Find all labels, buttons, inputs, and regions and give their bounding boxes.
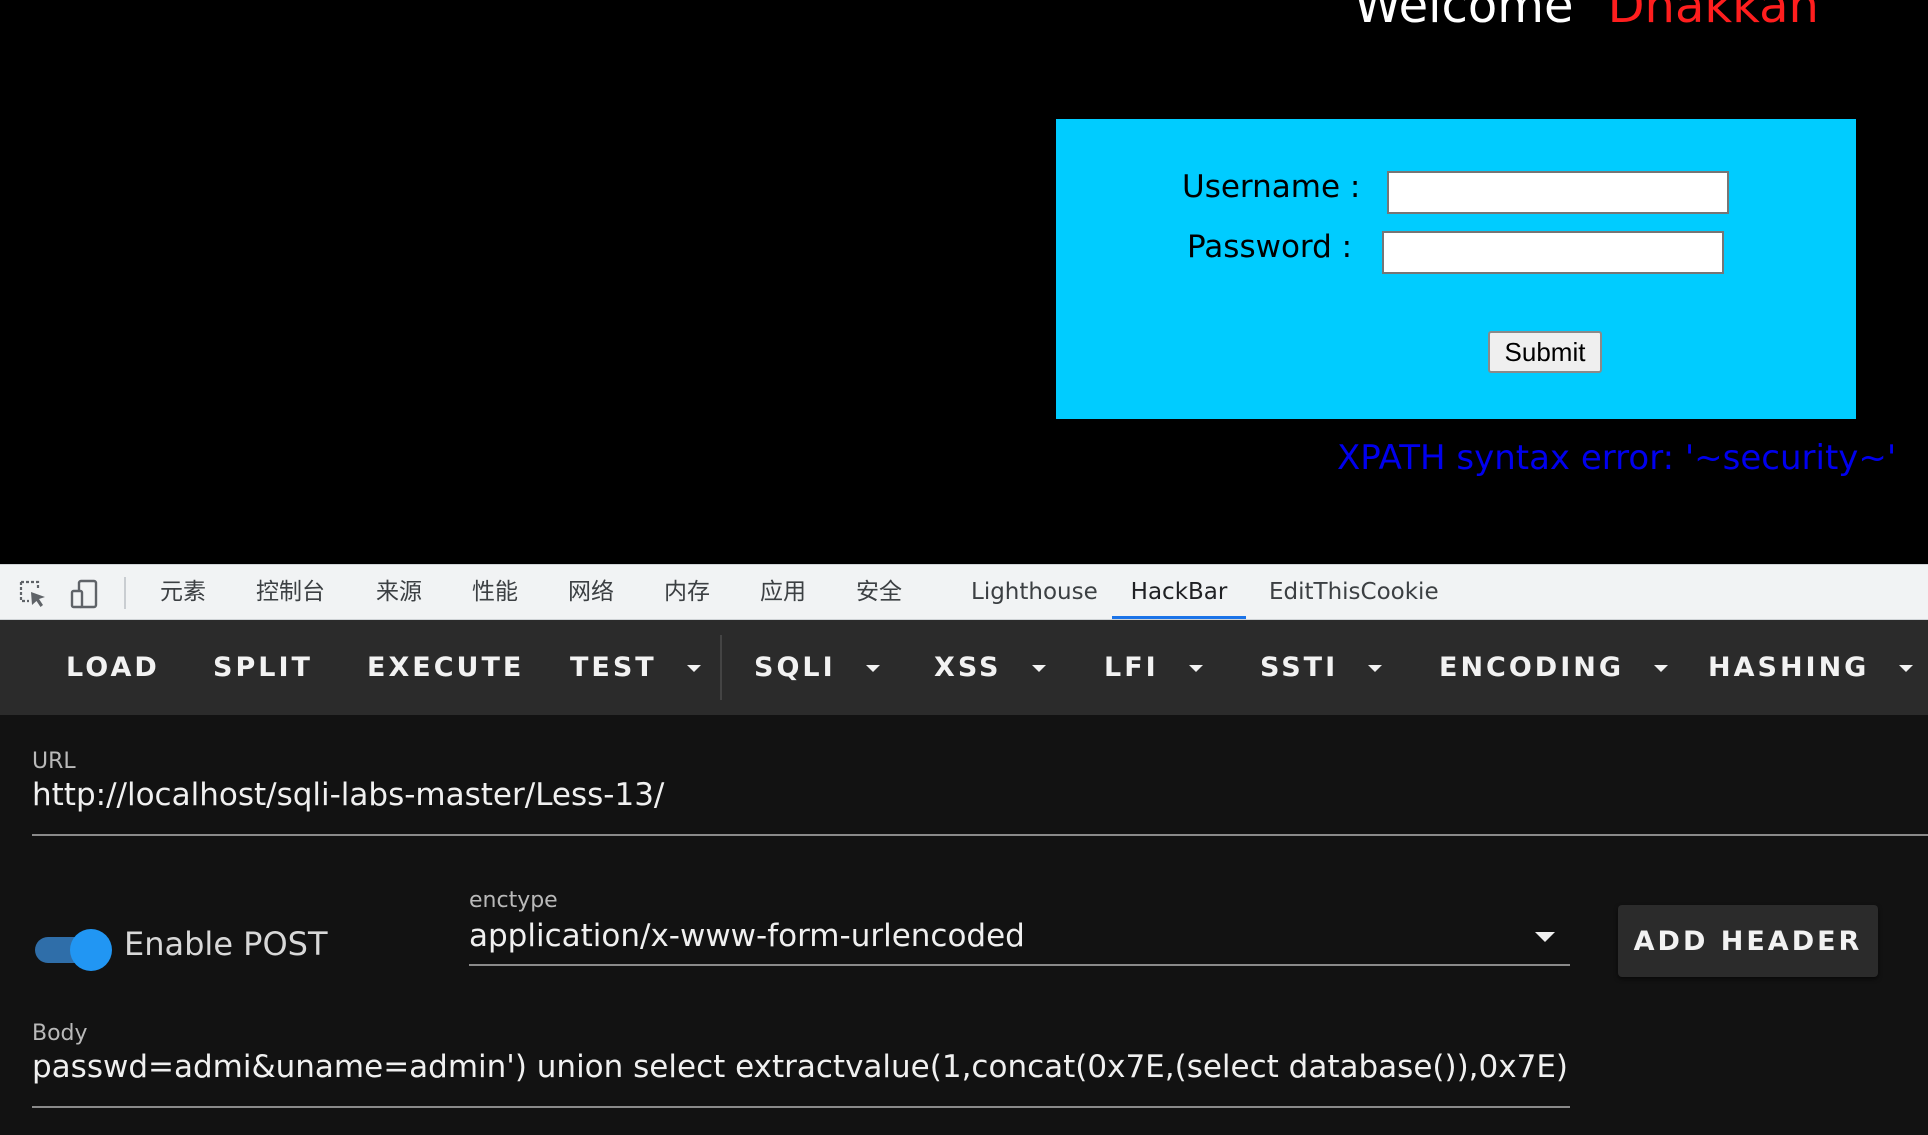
enctype-caption: enctype (469, 888, 558, 913)
inspect-element-icon[interactable] (18, 579, 48, 609)
ssti-menu-button[interactable]: SSTI (1260, 620, 1383, 715)
welcome-label: Welcome (1354, 0, 1574, 34)
toolbar-divider (720, 635, 722, 700)
add-header-button[interactable]: ADD HEADER (1618, 905, 1878, 977)
xss-menu-button[interactable]: XSS (934, 620, 1046, 715)
password-label: Password : (1187, 229, 1353, 265)
body-input[interactable]: passwd=admi&uname=admin') union select e… (32, 1049, 1570, 1085)
tab-application[interactable]: 应用 (760, 565, 806, 619)
url-input[interactable]: http://localhost/sqli-labs-master/Less-1… (32, 777, 1912, 813)
tab-elements[interactable]: 元素 (160, 565, 206, 619)
password-input[interactable] (1382, 231, 1724, 274)
web-page: Welcome Dhakkan Username : Password : Sub… (0, 0, 1928, 564)
enctype-underline (469, 964, 1570, 966)
error-message: XPATH syntax error: '~security~' (1337, 438, 1897, 478)
tab-memory[interactable]: 内存 (664, 565, 710, 619)
enable-post-label: Enable POST (124, 925, 328, 963)
username-input[interactable] (1387, 171, 1729, 214)
hackbar-panel: URL http://localhost/sqli-labs-master/Le… (0, 715, 1928, 1135)
chevron-down-icon (865, 665, 880, 672)
chevron-down-icon[interactable] (1535, 932, 1555, 942)
tab-editthiscookie[interactable]: EditThisCookie (1269, 565, 1439, 619)
tab-performance[interactable]: 性能 (472, 565, 518, 619)
tab-network[interactable]: 网络 (568, 565, 614, 619)
toggle-knob (70, 929, 112, 971)
split-button[interactable]: SPLIT (213, 620, 313, 715)
enctype-select[interactable]: application/x-www-form-urlencoded (469, 918, 1509, 954)
login-form: Username : Password : Submit (1056, 119, 1856, 419)
username-label: Username : (1182, 169, 1361, 205)
tab-security[interactable]: 安全 (856, 565, 902, 619)
hashing-menu-button[interactable]: HASHING (1708, 620, 1914, 715)
test-menu-button[interactable]: TEST (570, 620, 701, 715)
tab-lighthouse[interactable]: Lighthouse (971, 565, 1098, 619)
submit-button[interactable]: Submit (1488, 331, 1602, 373)
chevron-down-icon (1031, 665, 1046, 672)
encoding-menu-button[interactable]: ENCODING (1439, 620, 1669, 715)
welcome-heading: Welcome Dhakkan (1354, 0, 1819, 34)
device-toolbar-icon[interactable] (70, 579, 100, 609)
hackbar-toolbar: LOAD SPLIT EXECUTE TEST SQLI XSS LFI SST… (0, 620, 1928, 715)
chevron-down-icon (1654, 665, 1669, 672)
body-underline (32, 1106, 1570, 1108)
enable-post-toggle[interactable] (35, 929, 113, 971)
chevron-down-icon (1368, 665, 1383, 672)
load-button[interactable]: LOAD (66, 620, 160, 715)
sqli-menu-button[interactable]: SQLI (754, 620, 880, 715)
chevron-down-icon (686, 665, 701, 672)
url-underline (32, 834, 1928, 836)
toolbar-separator (124, 577, 126, 609)
tab-console[interactable]: 控制台 (256, 565, 325, 619)
chevron-down-icon (1899, 665, 1914, 672)
welcome-name: Dhakkan (1607, 0, 1819, 34)
execute-button[interactable]: EXECUTE (367, 620, 524, 715)
chevron-down-icon (1188, 665, 1203, 672)
url-caption: URL (32, 749, 76, 774)
tab-sources[interactable]: 来源 (376, 565, 422, 619)
body-caption: Body (32, 1021, 88, 1046)
devtools-tab-strip: 元素 控制台 来源 性能 网络 内存 应用 安全 Lighthouse Hack… (0, 564, 1928, 620)
tab-hackbar[interactable]: HackBar (1112, 565, 1246, 619)
lfi-menu-button[interactable]: LFI (1104, 620, 1203, 715)
